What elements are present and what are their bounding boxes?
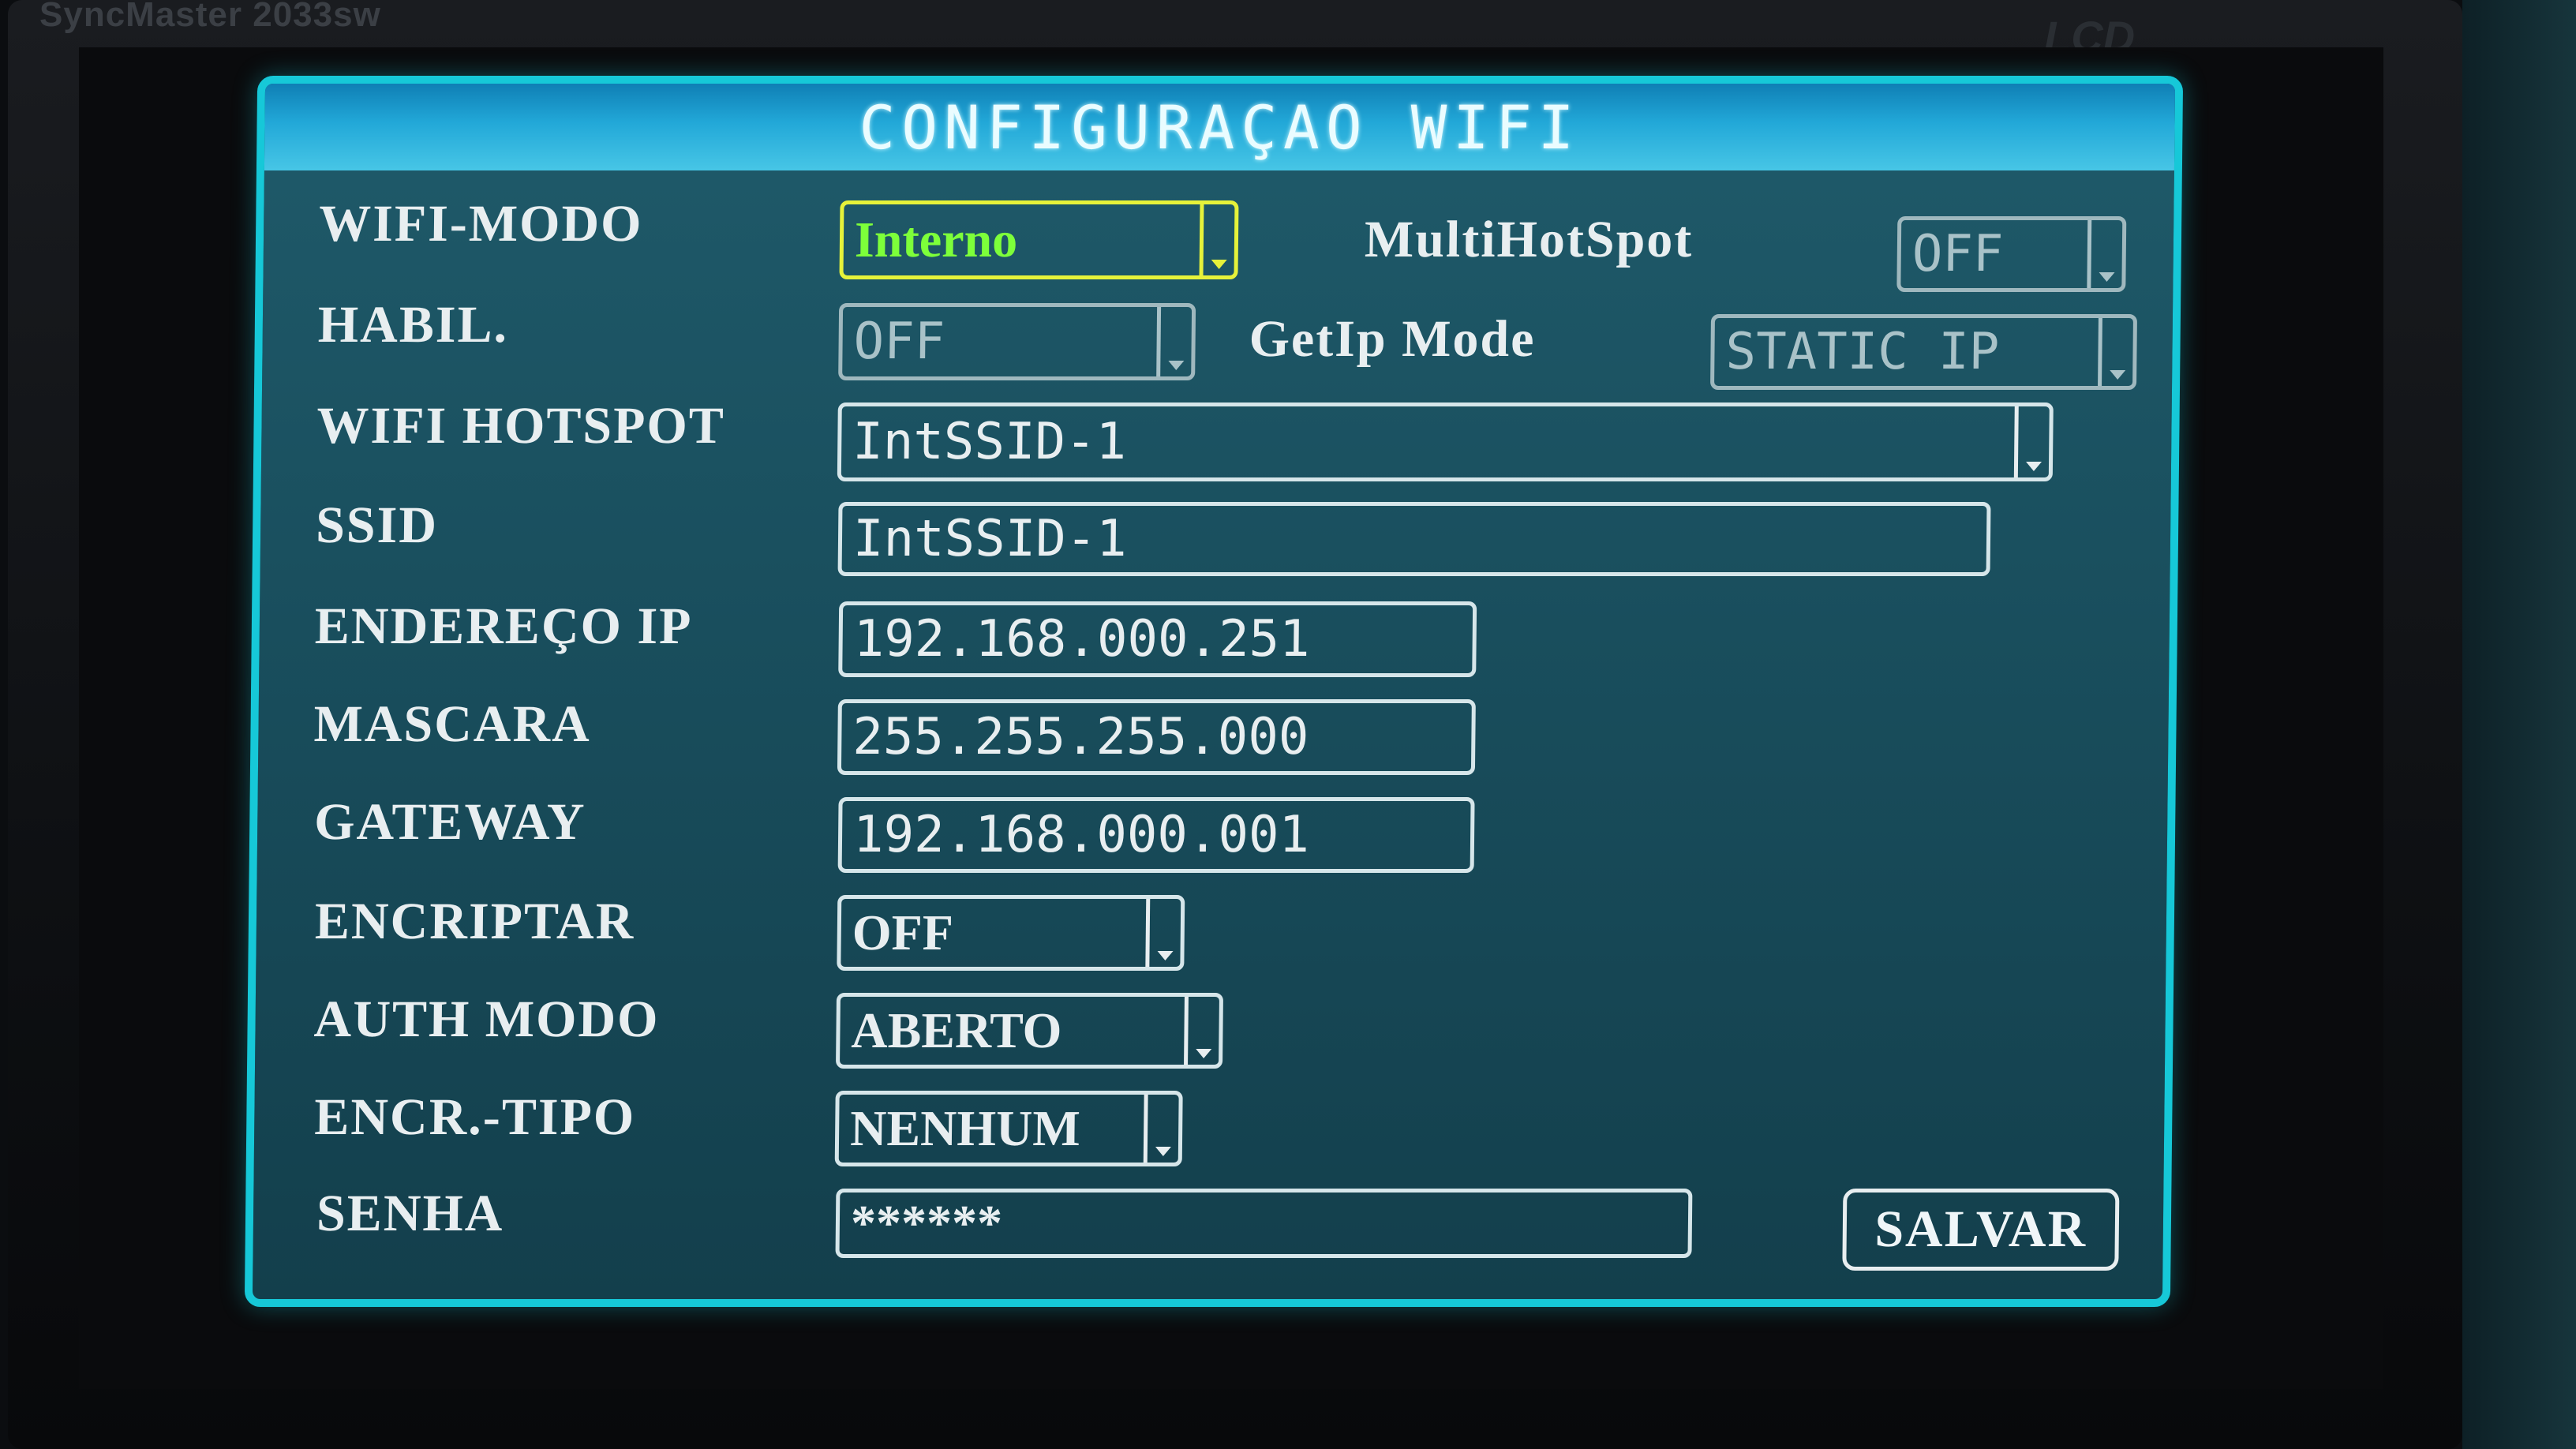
auth-mode-label: AUTH MODO xyxy=(313,990,660,1048)
wifi-hotspot-label: WIFI HOTSPOT xyxy=(316,397,726,455)
chevron-down-icon xyxy=(2087,220,2123,288)
multihotspot-value: OFF xyxy=(1911,225,2004,283)
getip-mode-value: STATIC IP xyxy=(1725,323,2000,381)
wifi-mode-select[interactable]: Interno xyxy=(839,200,1239,279)
encrypt-select[interactable]: OFF xyxy=(837,895,1185,971)
ip-address-value: 192.168.000.251 xyxy=(853,610,1311,668)
wifi-hotspot-value: IntSSID-1 xyxy=(852,413,1127,471)
wifi-mode-label: WIFI-MODO xyxy=(318,195,643,253)
enable-select[interactable]: OFF xyxy=(838,303,1196,380)
gateway-label: GATEWAY xyxy=(313,793,586,851)
background-wall xyxy=(2462,0,2576,1449)
password-value: ****** xyxy=(850,1195,1003,1251)
auth-mode-value: ABERTO xyxy=(851,1002,1062,1058)
save-button[interactable]: SALVAR xyxy=(1842,1189,2120,1271)
chevron-down-icon xyxy=(1199,204,1235,275)
encrypt-label: ENCRIPTAR xyxy=(314,893,635,950)
mask-value: 255.255.255.000 xyxy=(852,708,1309,766)
enable-label: HABIL. xyxy=(317,296,509,354)
enable-value: OFF xyxy=(853,313,945,371)
getip-mode-label: GetIp Mode xyxy=(1249,310,1536,368)
gateway-value: 192.168.000.001 xyxy=(852,806,1310,864)
ip-address-label: ENDEREÇO IP xyxy=(314,597,693,655)
ssid-label: SSID xyxy=(315,496,439,554)
chevron-down-icon xyxy=(1156,307,1193,376)
mask-label: MASCARA xyxy=(313,695,592,753)
wifi-mode-value: Interno xyxy=(854,212,1018,268)
encr-type-value: NENHUM xyxy=(849,1100,1081,1156)
getip-mode-select[interactable]: STATIC IP xyxy=(1710,314,2138,390)
chevron-down-icon xyxy=(2098,318,2133,386)
mask-input[interactable]: 255.255.255.000 xyxy=(837,699,1476,775)
window-title: CONFIGURAÇAO WIFI xyxy=(859,92,1581,163)
wifi-hotspot-select[interactable]: IntSSID-1 xyxy=(837,402,2054,481)
password-input[interactable]: ****** xyxy=(835,1189,1693,1258)
chevron-down-icon xyxy=(1184,997,1219,1065)
encr-type-select[interactable]: NENHUM xyxy=(834,1091,1183,1166)
chevron-down-icon xyxy=(1145,899,1181,967)
wifi-config-window: CONFIGURAÇAO WIFI WIFI-MODO Interno Mult… xyxy=(244,76,2184,1307)
chevron-down-icon xyxy=(1143,1095,1179,1163)
ip-address-input[interactable]: 192.168.000.251 xyxy=(838,601,1477,677)
encr-type-label: ENCR.-TIPO xyxy=(313,1088,636,1146)
chevron-down-icon xyxy=(2013,406,2050,477)
ssid-input[interactable]: IntSSID-1 xyxy=(837,502,1991,576)
multihotspot-select[interactable]: OFF xyxy=(1896,216,2127,292)
title-bar: CONFIGURAÇAO WIFI xyxy=(264,84,2176,170)
encrypt-value: OFF xyxy=(852,904,954,960)
ssid-value: IntSSID-1 xyxy=(852,510,1128,568)
gateway-input[interactable]: 192.168.000.001 xyxy=(837,797,1475,873)
monitor-brand: SyncMaster 2033sw xyxy=(39,0,381,34)
password-label: SENHA xyxy=(316,1185,504,1242)
multihotspot-label: MultiHotSpot xyxy=(1364,211,1694,268)
auth-mode-select[interactable]: ABERTO xyxy=(835,993,1223,1069)
